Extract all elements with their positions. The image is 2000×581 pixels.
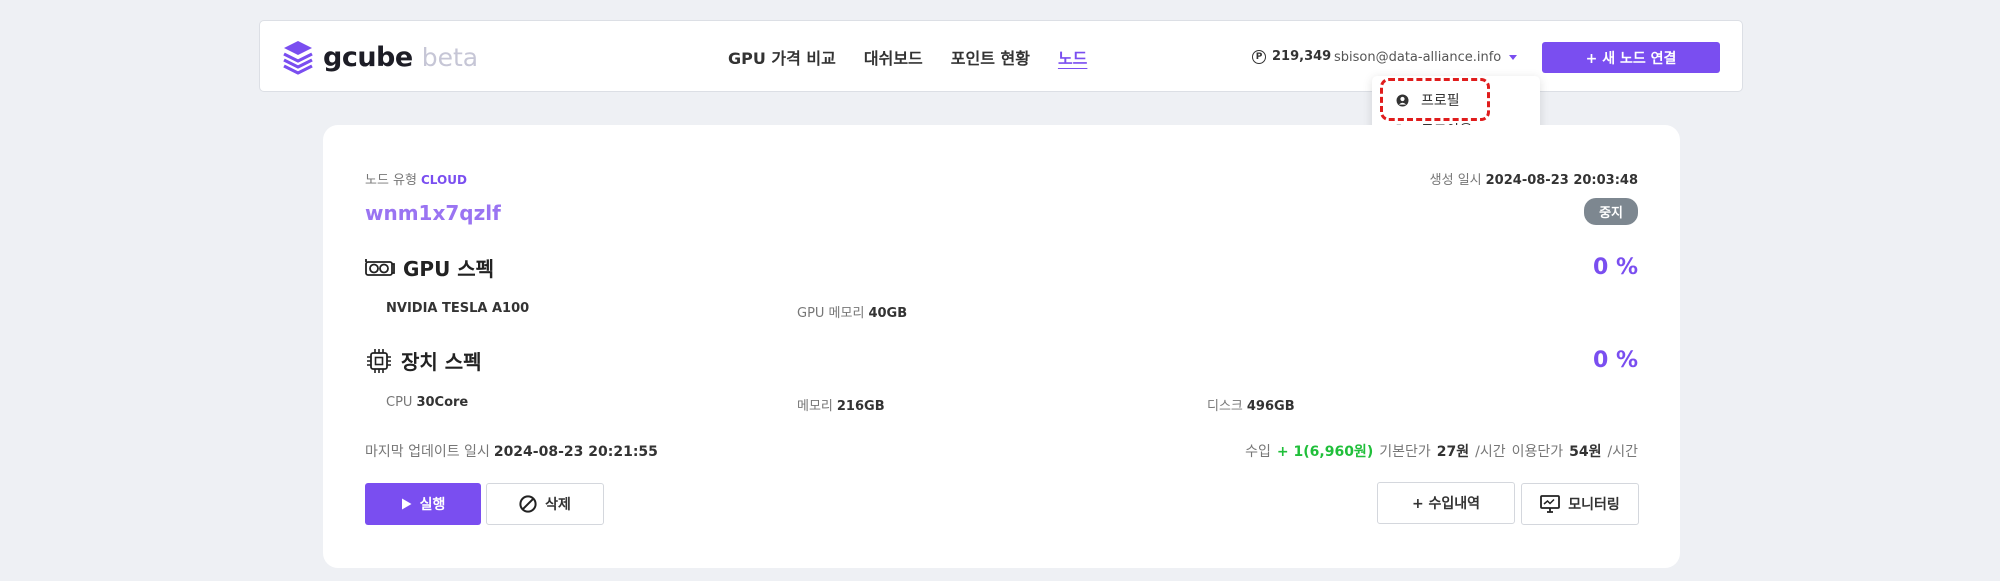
device-spec-title: 장치 스펙 [365, 346, 482, 375]
gpu-memory-label: GPU 메모리 [797, 306, 865, 321]
node-name[interactable]: wnm1x7qzlf [365, 201, 501, 225]
menu-item-profile[interactable]: 프로필 [1396, 90, 1460, 110]
node-card: 노드 유형 CLOUD 생성 일시 2024-08-23 20:03:48 wnm1… [323, 125, 1680, 568]
monitor-icon [1540, 495, 1561, 513]
gpu-card-icon [365, 258, 395, 276]
gcube-logo-icon [283, 41, 313, 75]
gpu-model: NVIDIA TESLA A100 [386, 301, 530, 316]
nav-point-status[interactable]: 포인트 현황 [951, 45, 1030, 69]
main-nav: GPU 가격 비교 대쉬보드 포인트 현황 노드 [728, 45, 1087, 69]
base-price-label: 기본단가 [1379, 444, 1431, 460]
memory-label: 메모리 [797, 399, 833, 414]
device-spec-title-label: 장치 스펙 [401, 350, 482, 374]
point-coin-icon: P [1252, 49, 1266, 64]
disk-spec: 디스크 496GB [1207, 395, 1295, 414]
created-value: 2024-08-23 20:03:48 [1485, 173, 1638, 188]
last-update: 마지막 업데이트 일시 2024-08-23 20:21:55 [365, 441, 658, 461]
node-type-label: 노드 유형 [365, 173, 417, 188]
income-summary: 수입 + 1(6,960원) 기본단가 27원 /시간 이용단가 54원 /시간 [1245, 441, 1638, 461]
disk-label: 디스크 [1207, 399, 1243, 414]
logo-beta-tag: beta [421, 42, 479, 72]
run-button[interactable]: 실행 [365, 483, 481, 525]
created-datetime: 생성 일시 2024-08-23 20:03:48 [1430, 169, 1638, 188]
points-balance: P 219,349 [1252, 49, 1331, 64]
logo-name: gcube [323, 41, 413, 73]
user-circle-icon [1396, 94, 1409, 106]
user-menu-toggle[interactable]: sbison@data-alliance.info [1334, 50, 1518, 65]
play-icon [401, 498, 412, 510]
device-usage-percent: 0 % [1592, 348, 1638, 373]
points-value: 219,349 [1272, 49, 1332, 64]
new-node-button[interactable]: + 새 노드 연결 [1542, 42, 1720, 73]
gpu-memory-value: 40GB [868, 306, 908, 321]
caret-down-icon [1509, 55, 1518, 60]
disk-value: 496GB [1246, 399, 1295, 414]
logo[interactable]: gcube beta [282, 39, 478, 75]
delete-button[interactable]: 삭제 [486, 483, 604, 525]
cpu-value: 30Core [416, 395, 469, 410]
income-value: + 1(6,960원) [1276, 444, 1374, 460]
cpu-chip-icon [367, 348, 391, 373]
income-history-button[interactable]: + 수입내역 [1377, 482, 1515, 524]
base-price-value: 27원 [1436, 444, 1470, 460]
gpu-usage-percent: 0 % [1592, 255, 1638, 280]
use-price-unit: /시간 [1607, 444, 1638, 460]
cpu-label: CPU [386, 395, 413, 410]
last-update-label: 마지막 업데이트 일시 [365, 444, 490, 460]
memory-spec: 메모리 216GB [797, 395, 885, 414]
last-update-value: 2024-08-23 20:21:55 [493, 444, 658, 460]
base-price-unit: /시간 [1475, 444, 1506, 460]
nav-gpu-price-compare[interactable]: GPU 가격 비교 [728, 45, 836, 69]
nav-node[interactable]: 노드 [1058, 45, 1087, 69]
memory-value: 216GB [836, 399, 885, 414]
delete-button-label: 삭제 [545, 497, 571, 513]
cpu-spec: CPU 30Core [386, 395, 468, 410]
prohibit-icon [519, 495, 537, 513]
status-badge: 중지 [1584, 198, 1638, 225]
user-email: sbison@data-alliance.info [1334, 50, 1502, 65]
gpu-spec-title-label: GPU 스펙 [403, 257, 495, 281]
income-label: 수입 [1245, 444, 1271, 460]
monitoring-button[interactable]: 모니터링 [1521, 483, 1639, 525]
node-type: 노드 유형 CLOUD [365, 169, 467, 188]
gpu-spec-title: GPU 스펙 [365, 253, 494, 282]
use-price-value: 54원 [1569, 444, 1602, 460]
node-type-value: CLOUD [420, 173, 467, 187]
run-button-label: 실행 [419, 497, 446, 513]
use-price-label: 이용단가 [1511, 444, 1564, 460]
gpu-memory: GPU 메모리 40GB [797, 302, 907, 321]
created-label: 생성 일시 [1429, 173, 1482, 188]
nav-dashboard[interactable]: 대쉬보드 [864, 45, 923, 69]
menu-item-profile-label: 프로필 [1421, 93, 1460, 109]
monitoring-button-label: 모니터링 [1568, 497, 1620, 513]
